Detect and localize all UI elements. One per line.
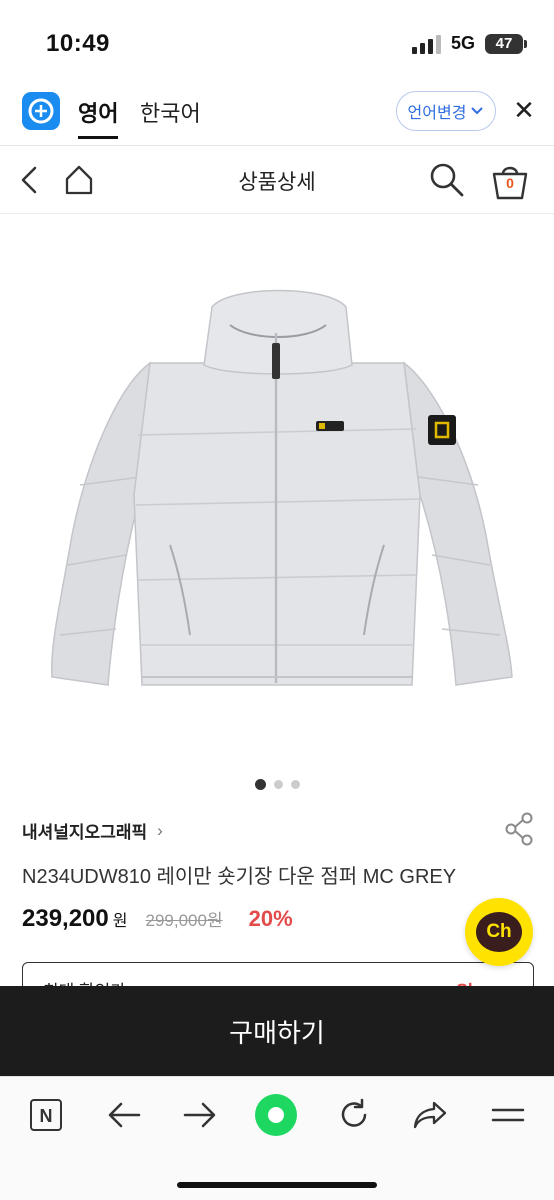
product-image[interactable]: [0, 215, 554, 763]
carousel-dot[interactable]: [273, 780, 283, 789]
buy-button[interactable]: 구매하기: [0, 986, 554, 1076]
original-price: 299,000원: [145, 911, 223, 930]
carousel-dot-active[interactable]: [254, 779, 266, 790]
back-arrow-icon[interactable]: [102, 1093, 146, 1137]
product-name: N234UDW810 레이만 숏기장 다운 점퍼 MC GREY: [22, 866, 457, 888]
naver-n-glyph: N: [30, 1099, 62, 1131]
buy-button-label: 구매하기: [229, 1017, 325, 1048]
share-forward-icon[interactable]: [408, 1093, 452, 1137]
page-title: 상품상세: [238, 171, 316, 194]
change-language-label: 언어변경: [407, 105, 467, 122]
tab-english[interactable]: 영어: [78, 96, 119, 139]
naver-n-text: N: [40, 1106, 53, 1126]
sale-price: 239,200: [22, 905, 109, 932]
currency-label: 원: [112, 913, 128, 930]
cart-button[interactable]: 0: [488, 160, 532, 202]
translate-logo-icon: [22, 92, 60, 130]
status-bar: 10:49 5G 47: [0, 0, 554, 80]
network-type: 5G: [451, 33, 476, 53]
carousel-dots: [0, 779, 554, 790]
home-indicator: [177, 1182, 377, 1188]
naver-n-icon[interactable]: N: [24, 1093, 68, 1137]
carousel-dot[interactable]: [290, 780, 300, 789]
jacket-image: [50, 289, 513, 686]
battery-icon: 47: [485, 34, 527, 54]
cart-count-badge: 0: [506, 175, 514, 191]
tab-korean[interactable]: 한국어: [140, 96, 201, 128]
chevron-right-icon: ›: [157, 820, 163, 840]
refresh-icon[interactable]: [332, 1093, 376, 1137]
search-icon[interactable]: [428, 162, 466, 198]
chevron-down-icon: [471, 107, 484, 115]
close-icon[interactable]: ✕: [510, 94, 538, 126]
discount-rate: 20%: [248, 906, 293, 931]
price-row: 239,200 원 299,000원 20%: [22, 905, 293, 933]
signal-icon: [412, 35, 441, 54]
kakao-channel-icon: Ch: [476, 912, 522, 952]
kakao-channel-button[interactable]: Ch: [465, 898, 533, 966]
brand-link[interactable]: 내셔널지오그래픽 ›: [22, 818, 163, 843]
nav-header: 상품상세 0: [0, 146, 554, 214]
naver-green-dot-icon[interactable]: [254, 1093, 298, 1137]
status-time: 10:49: [46, 30, 110, 57]
menu-icon[interactable]: [486, 1093, 530, 1137]
change-language-button[interactable]: 언어변경: [396, 91, 496, 131]
share-icon[interactable]: [504, 812, 534, 846]
forward-arrow-icon[interactable]: [178, 1093, 222, 1137]
translate-bar: 영어 한국어 언어변경 ✕: [0, 80, 554, 146]
brand-name: 내셔널지오그래픽: [22, 823, 148, 842]
